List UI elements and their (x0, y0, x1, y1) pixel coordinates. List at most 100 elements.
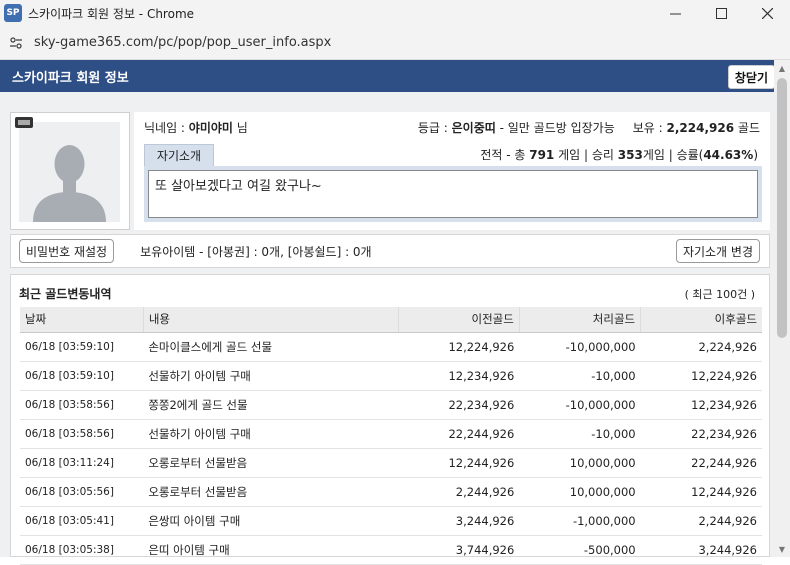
row-after-gold: 12,244,926 (640, 477, 762, 507)
edit-intro-button[interactable]: 자기소개 변경 (675, 239, 760, 263)
row-after-gold: 3,244,926 (640, 535, 762, 565)
row-content: 선물하기 아이템 구매 (143, 361, 398, 391)
row-date: 06/18 [03:59:10] (20, 332, 144, 362)
row-date: 06/18 [03:05:41] (20, 506, 144, 536)
table-row: 06/18 [03:05:41] 은쌍띠 아이템 구매 3,244,926 -1,00… (20, 506, 762, 536)
table-row: 06/18 [03:59:10] 손마이클스에게 골드 선물 12,224,926-… (20, 332, 762, 362)
history-body: 06/18 [03:59:10] 손마이클스에게 골드 선물 12,224,926-… (20, 332, 762, 565)
profile-photo-box (10, 112, 130, 230)
scroll-down-icon[interactable]: ▼ (774, 541, 790, 557)
total-games: 791 (529, 148, 555, 162)
history-count: ( 최근 100건 ) (684, 288, 755, 301)
close-icon (761, 7, 773, 19)
user-info-panel: 닉네임 : 야미야미 님 등급 : 은이중띠 - 일만 골드방 입장가능 보유 … (134, 112, 770, 230)
record-win-label: 게임 | 승률( (642, 148, 704, 162)
page-header: 스카이파크 회원 정보 창닫기 (0, 60, 790, 92)
table-row: 06/18 [03:05:38] 은띠 아이템 구매 3,744,926 -500,0… (20, 535, 762, 565)
owned-items: 보유아이템 - [아봉권] : 0개, [아봉쉴드] : 0개 (140, 244, 372, 259)
row-change-gold: 10,000,000 (519, 448, 641, 478)
row-after-gold: 2,224,926 (640, 332, 762, 362)
row-before-gold: 12,234,926 (398, 361, 520, 391)
row-before-gold: 3,244,926 (398, 506, 520, 536)
close-window-button[interactable]: 창닫기 (727, 65, 775, 89)
app-icon: SP (4, 4, 22, 22)
window-titlebar: SP 스카이파크 회원 정보 - Chrome (0, 0, 790, 26)
page-title: 스카이파크 회원 정보 (12, 70, 129, 86)
address-bar: sky-game365.com/pc/pop/pop_user_info.asp… (0, 26, 790, 60)
row-content: 오롱로부터 선물받음 (143, 477, 398, 507)
col-content: 내용 (142, 307, 398, 333)
row-date: 06/18 [03:11:24] (20, 448, 144, 478)
close-window-x-button[interactable] (744, 0, 790, 26)
row-content: 은쌍띠 아이템 구매 (143, 506, 398, 536)
minimize-button[interactable] (652, 0, 698, 26)
row-before-gold: 3,744,926 (398, 535, 520, 565)
row-after-gold: 22,244,926 (640, 448, 762, 478)
minimize-icon (669, 13, 681, 14)
row-date: 06/18 [03:58:56] (20, 419, 144, 449)
maximize-icon (715, 7, 727, 19)
table-row: 06/18 [03:59:10] 선물하기 아이템 구매 12,234,926 -10… (20, 361, 762, 391)
game-record: 전적 - 총 791 게임 | 승리 353게임 | 승률(44.63%) (480, 146, 758, 163)
nickname: 닉네임 : 야미야미 님 (144, 119, 248, 136)
row-content: 오롱로부터 선물받음 (143, 448, 398, 478)
record-close: ) (753, 148, 758, 162)
row-before-gold: 22,234,926 (398, 390, 520, 420)
gold-balance: 보유 : 2,224,926 골드 (633, 119, 760, 136)
gold-unit: 골드 (734, 121, 760, 135)
gold-label: 보유 : (632, 121, 667, 135)
row-change-gold: -10,000,000 (519, 390, 641, 420)
gold-history-panel: 최근 골드변동내역 ( 최근 100건 ) 날짜 내용 이전골드 처리골드 이후… (10, 274, 770, 565)
row-content: 선물하기 아이템 구매 (143, 419, 398, 449)
row-date: 06/18 [03:58:56] (20, 390, 144, 420)
row-before-gold: 2,244,926 (398, 477, 520, 507)
win-rate: 44.63% (703, 148, 754, 162)
col-before-gold: 이전골드 (397, 307, 520, 333)
row-change-gold: -1,000,000 (519, 506, 641, 536)
row-change-gold: -500,000 (519, 535, 641, 565)
row-content: 쫑쫑2에게 골드 선물 (143, 390, 398, 420)
window-controls (652, 0, 790, 26)
wins: 353 (617, 148, 643, 162)
user-silhouette-icon (33, 145, 106, 222)
photo-badge-icon (15, 117, 33, 128)
scroll-thumb[interactable] (777, 78, 787, 338)
row-after-gold: 2,244,926 (640, 506, 762, 536)
table-row: 06/18 [03:58:56] 선물하기 아이템 구매 22,244,926 -10… (20, 419, 762, 449)
col-date: 날짜 (20, 307, 144, 333)
table-header-row: 날짜 내용 이전골드 처리골드 이후골드 (20, 307, 762, 333)
url-text[interactable]: sky-game365.com/pc/pop/pop_user_info.asp… (34, 35, 331, 50)
record-games-label: 게임 | 승리 (554, 148, 618, 162)
row-date: 06/18 [03:05:56] (20, 477, 144, 507)
password-reset-button[interactable]: 비밀번호 재설정 (19, 239, 115, 263)
grade: 등급 : 은이중띠 - 일만 골드방 입장가능 (418, 119, 615, 136)
maximize-button[interactable] (698, 0, 744, 26)
gold-history-table: 날짜 내용 이전골드 처리골드 이후골드 06/18 [03:59:10] 손마이… (20, 307, 762, 565)
row-after-gold: 12,234,926 (640, 390, 762, 420)
row-content: 손마이클스에게 골드 선물 (143, 332, 398, 362)
table-row: 06/18 [03:05:56] 오롱로부터 선물받음 2,244,926 10,00… (20, 477, 762, 507)
tune-icon (10, 36, 22, 49)
col-change-gold: 처리골드 (518, 307, 641, 333)
table-row: 06/18 [03:11:24] 오롱로부터 선물받음 12,244,926 10,0… (20, 448, 762, 478)
tab-self-intro[interactable]: 자기소개 (144, 144, 214, 166)
row-after-gold: 12,224,926 (640, 361, 762, 391)
row-change-gold: -10,000,000 (519, 332, 641, 362)
grade-desc: - 일만 골드방 입장가능 (495, 121, 615, 135)
row-date: 06/18 [03:59:10] (20, 361, 144, 391)
scroll-up-icon[interactable]: ▲ (774, 60, 790, 76)
row-before-gold: 22,244,926 (398, 419, 520, 449)
nickname-label: 닉네임 : (144, 121, 189, 135)
row-before-gold: 12,244,926 (398, 448, 520, 478)
row-date: 06/18 [03:05:38] (20, 535, 144, 565)
page-scrollbar[interactable]: ▲ ▼ (774, 60, 790, 557)
main-content: 닉네임 : 야미야미 님 등급 : 은이중띠 - 일만 골드방 입장가능 보유 … (0, 92, 774, 565)
info-row: 닉네임 : 야미야미 님 등급 : 은이중띠 - 일만 골드방 입장가능 보유 … (144, 119, 760, 136)
avatar (19, 122, 120, 222)
row-change-gold: -10,000 (519, 419, 641, 449)
row-change-gold: -10,000 (519, 361, 641, 391)
nickname-value: 야미야미 (188, 121, 233, 135)
intro-frame: 또 살아보겠다고 여길 왔구나~ (144, 166, 762, 222)
site-settings-icon[interactable] (8, 35, 24, 51)
window-title: 스카이파크 회원 정보 - Chrome (28, 6, 195, 21)
